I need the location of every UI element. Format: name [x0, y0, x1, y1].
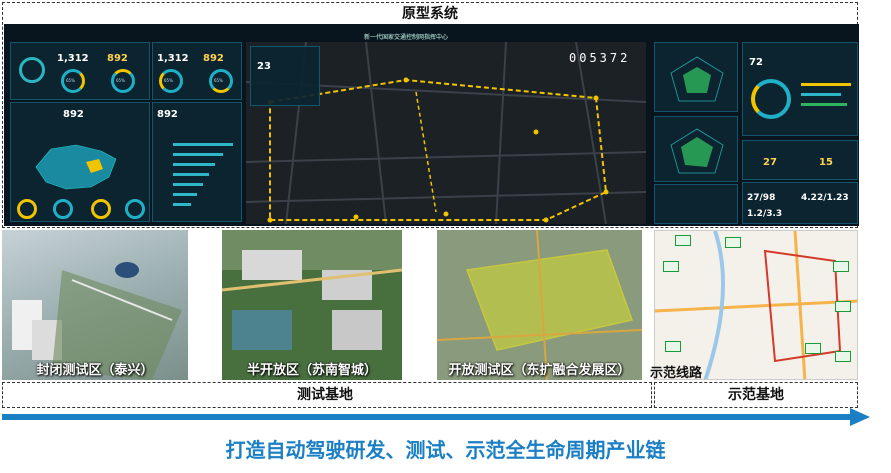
slogan: 打造自动驾驶研发、测试、示范全生命周期产业链 — [225, 438, 666, 462]
progress-arrow — [2, 408, 870, 426]
closed-site-render — [12, 262, 182, 380]
bar-4 — [173, 173, 209, 176]
stat-4: 892 — [203, 53, 224, 64]
radar-chart-1 — [670, 56, 724, 102]
score-ring — [751, 79, 791, 119]
bar-3 — [173, 163, 215, 166]
open-site-render — [437, 230, 642, 380]
semi-open-site-render — [222, 230, 402, 350]
test-base-label: 测试基地 — [297, 387, 353, 403]
row2-value-2: 892 — [157, 109, 178, 120]
ratio-d: 4.22/1.23 — [801, 193, 849, 203]
score-panel: 72 — [742, 42, 858, 136]
demo-route-label: 示范线路 — [650, 366, 703, 381]
demo-route-render — [655, 231, 857, 379]
ring-3-label: 65% — [164, 78, 173, 83]
closed-site-caption: 封闭测试区（泰兴） — [36, 363, 154, 378]
bar-7 — [173, 203, 191, 206]
closed-site-photo: 封闭测试区（泰兴） — [2, 230, 188, 380]
map-pin-5 — [835, 301, 851, 312]
city-map: 23 — [246, 42, 646, 224]
ring-bottom-3 — [91, 199, 111, 219]
legend-panel — [654, 184, 738, 224]
map-pin-3 — [663, 261, 679, 272]
china-map — [35, 144, 117, 190]
map-pin-4 — [833, 261, 849, 272]
ratio-panel: 27/98 4.22/1.23 1.2/3.3 — [742, 182, 858, 224]
ring-2-label: 65% — [116, 78, 125, 83]
ring-small — [19, 57, 45, 83]
bar-6 — [173, 193, 197, 196]
map-pin-1 — [675, 235, 691, 246]
bar-1 — [173, 143, 233, 146]
stat-1: 1,312 — [57, 53, 89, 64]
stat-3: 1,312 — [157, 53, 189, 64]
ratio-c: 27/98 — [747, 193, 776, 203]
map-pin-8 — [835, 351, 851, 362]
ring-1-label: 65% — [66, 78, 75, 83]
score-bar-3 — [801, 103, 847, 106]
dashboard-title: 新一代国家交通控制网指挥中心 — [364, 34, 449, 41]
temperature: 23 — [257, 61, 271, 72]
command-center-dashboard: 新一代国家交通控制网指挥中心 1,312 892 65% 65% 1,312 8… — [4, 24, 859, 226]
ratio-e: 1.2/3.3 — [747, 209, 783, 219]
china-map-panel: 892 — [10, 102, 150, 222]
score-bar-1 — [801, 83, 851, 86]
bar-2 — [173, 153, 223, 156]
bar-5 — [173, 183, 203, 186]
bar-list-panel: 892 — [152, 102, 242, 222]
semi-open-site-caption: 半开放区（苏南智城） — [246, 363, 377, 378]
score-bar-2 — [801, 93, 841, 96]
open-site-caption: 开放测试区（东扩融合发展区） — [448, 363, 631, 378]
ring-bottom-2 — [53, 199, 73, 219]
weather-panel: 23 — [250, 46, 320, 106]
stats-panel-2: 1,312 892 65% 65% — [152, 42, 242, 100]
count-b: 15 — [819, 157, 833, 168]
map-pin-2 — [725, 237, 741, 248]
map-pin-6 — [665, 341, 681, 352]
vehicle-counter: 005372 — [569, 51, 631, 65]
radar-chart-2 — [670, 128, 724, 174]
radar-panel-1 — [654, 42, 738, 112]
ring-bottom-1 — [17, 199, 37, 219]
radar-panel-2 — [654, 116, 738, 182]
map-pin-7 — [805, 343, 821, 354]
stats-panel: 1,312 892 65% 65% — [10, 42, 150, 100]
count-a: 27 — [763, 157, 777, 168]
prototype-title: 原型系统 — [402, 6, 458, 22]
count-panel: 27 15 — [742, 140, 858, 180]
stat-2: 892 — [107, 53, 128, 64]
semi-open-site-photo: 半开放区（苏南智城） — [222, 230, 402, 380]
demo-base-label: 示范基地 — [728, 387, 784, 403]
demo-route-map — [654, 230, 858, 380]
open-site-photo: 开放测试区（东扩融合发展区） — [437, 230, 642, 380]
score-value: 72 — [749, 57, 763, 68]
ring-4-label: 65% — [214, 78, 223, 83]
row2-value-1: 892 — [63, 109, 84, 120]
ring-bottom-4 — [125, 199, 145, 219]
